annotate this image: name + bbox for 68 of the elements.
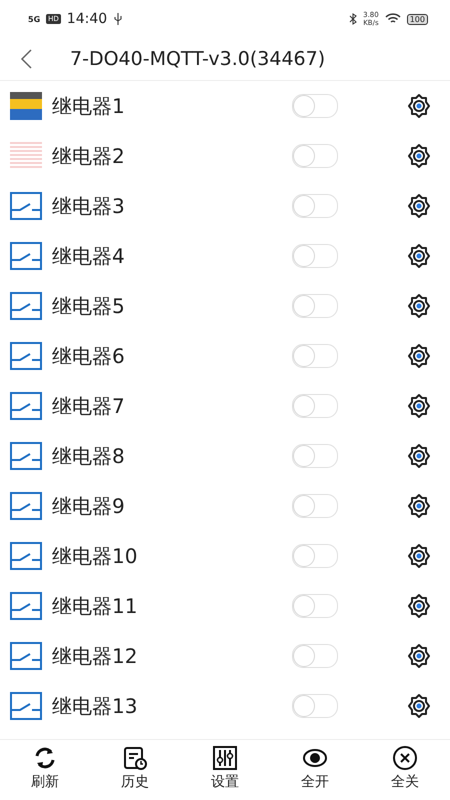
relay-name: 继电器8 [52, 442, 126, 470]
toggle-switch[interactable] [292, 494, 338, 518]
relay-name: 继电器12 [52, 642, 138, 670]
clock-time: 14:40 [66, 11, 108, 27]
settings-icon[interactable] [406, 393, 432, 419]
settings-icon[interactable] [406, 93, 432, 119]
wifi-icon [384, 13, 401, 25]
toolbar-button[interactable]: 设置 [180, 740, 270, 796]
relay-name: 继电器3 [52, 192, 126, 220]
toggle-switch[interactable] [292, 644, 338, 668]
relay-name: 继电器6 [52, 342, 126, 370]
relay-name: 继电器2 [52, 142, 126, 170]
relay-switch-icon [10, 692, 42, 720]
toggle-switch[interactable] [292, 544, 338, 568]
document-thumbnail [10, 142, 42, 170]
bluetooth-icon [349, 13, 358, 25]
settings-icon[interactable] [406, 543, 432, 569]
relay-switch-icon [10, 392, 42, 420]
relay-name: 继电器4 [52, 242, 126, 270]
relay-name: 继电器13 [52, 692, 138, 720]
settings-icon[interactable] [406, 643, 432, 669]
settings-icon[interactable] [406, 243, 432, 269]
relay-switch-icon [10, 342, 42, 370]
toggle-switch[interactable] [292, 194, 338, 218]
toolbar-button[interactable]: 历史 [90, 740, 180, 796]
settings-icon[interactable] [406, 493, 432, 519]
battery-level: 100 [406, 14, 428, 24]
settings-icon[interactable] [406, 693, 432, 719]
settings-icon[interactable] [406, 193, 432, 219]
toggle-switch[interactable] [292, 244, 338, 268]
relay-name: 继电器11 [52, 592, 138, 620]
relay-switch-icon [10, 292, 42, 320]
relay-switch-icon [10, 242, 42, 270]
relay-name: 继电器10 [52, 542, 138, 570]
usb-icon [113, 13, 124, 25]
relay-name: 继电器7 [52, 392, 126, 420]
relay-name: 继电器5 [52, 292, 126, 320]
toggle-switch[interactable] [292, 694, 338, 718]
page-title: 7-DO40-MQTT-v3.0(34467) [70, 48, 326, 70]
toolbar-button[interactable]: 刷新 [0, 740, 90, 796]
settings-icon[interactable] [406, 293, 432, 319]
photo-thumbnail [10, 92, 42, 120]
close-icon [392, 745, 418, 771]
toolbar-button[interactable]: 全开 [270, 740, 360, 796]
relay-switch-icon [10, 192, 42, 220]
settings-icon[interactable] [406, 443, 432, 469]
toggle-switch[interactable] [292, 94, 338, 118]
settings-icon[interactable] [406, 593, 432, 619]
relay-name: 继电器1 [52, 92, 126, 120]
relay-switch-icon [10, 592, 42, 620]
history-icon [122, 745, 148, 771]
network-label: 5G [28, 14, 40, 24]
relay-switch-icon [10, 492, 42, 520]
relay-switch-icon [10, 542, 42, 570]
sliders-icon [212, 745, 238, 771]
relay-switch-icon [10, 642, 42, 670]
settings-icon[interactable] [406, 143, 432, 169]
toggle-switch[interactable] [292, 344, 338, 368]
toggle-switch[interactable] [292, 294, 338, 318]
settings-icon[interactable] [406, 343, 432, 369]
toggle-switch[interactable] [292, 144, 338, 168]
toggle-switch[interactable] [292, 444, 338, 468]
relay-name: 继电器9 [52, 492, 126, 520]
back-icon[interactable] [20, 49, 32, 69]
toggle-switch[interactable] [292, 594, 338, 618]
toolbar-button[interactable]: 全关 [360, 740, 450, 796]
relay-switch-icon [10, 442, 42, 470]
toggle-switch[interactable] [292, 394, 338, 418]
